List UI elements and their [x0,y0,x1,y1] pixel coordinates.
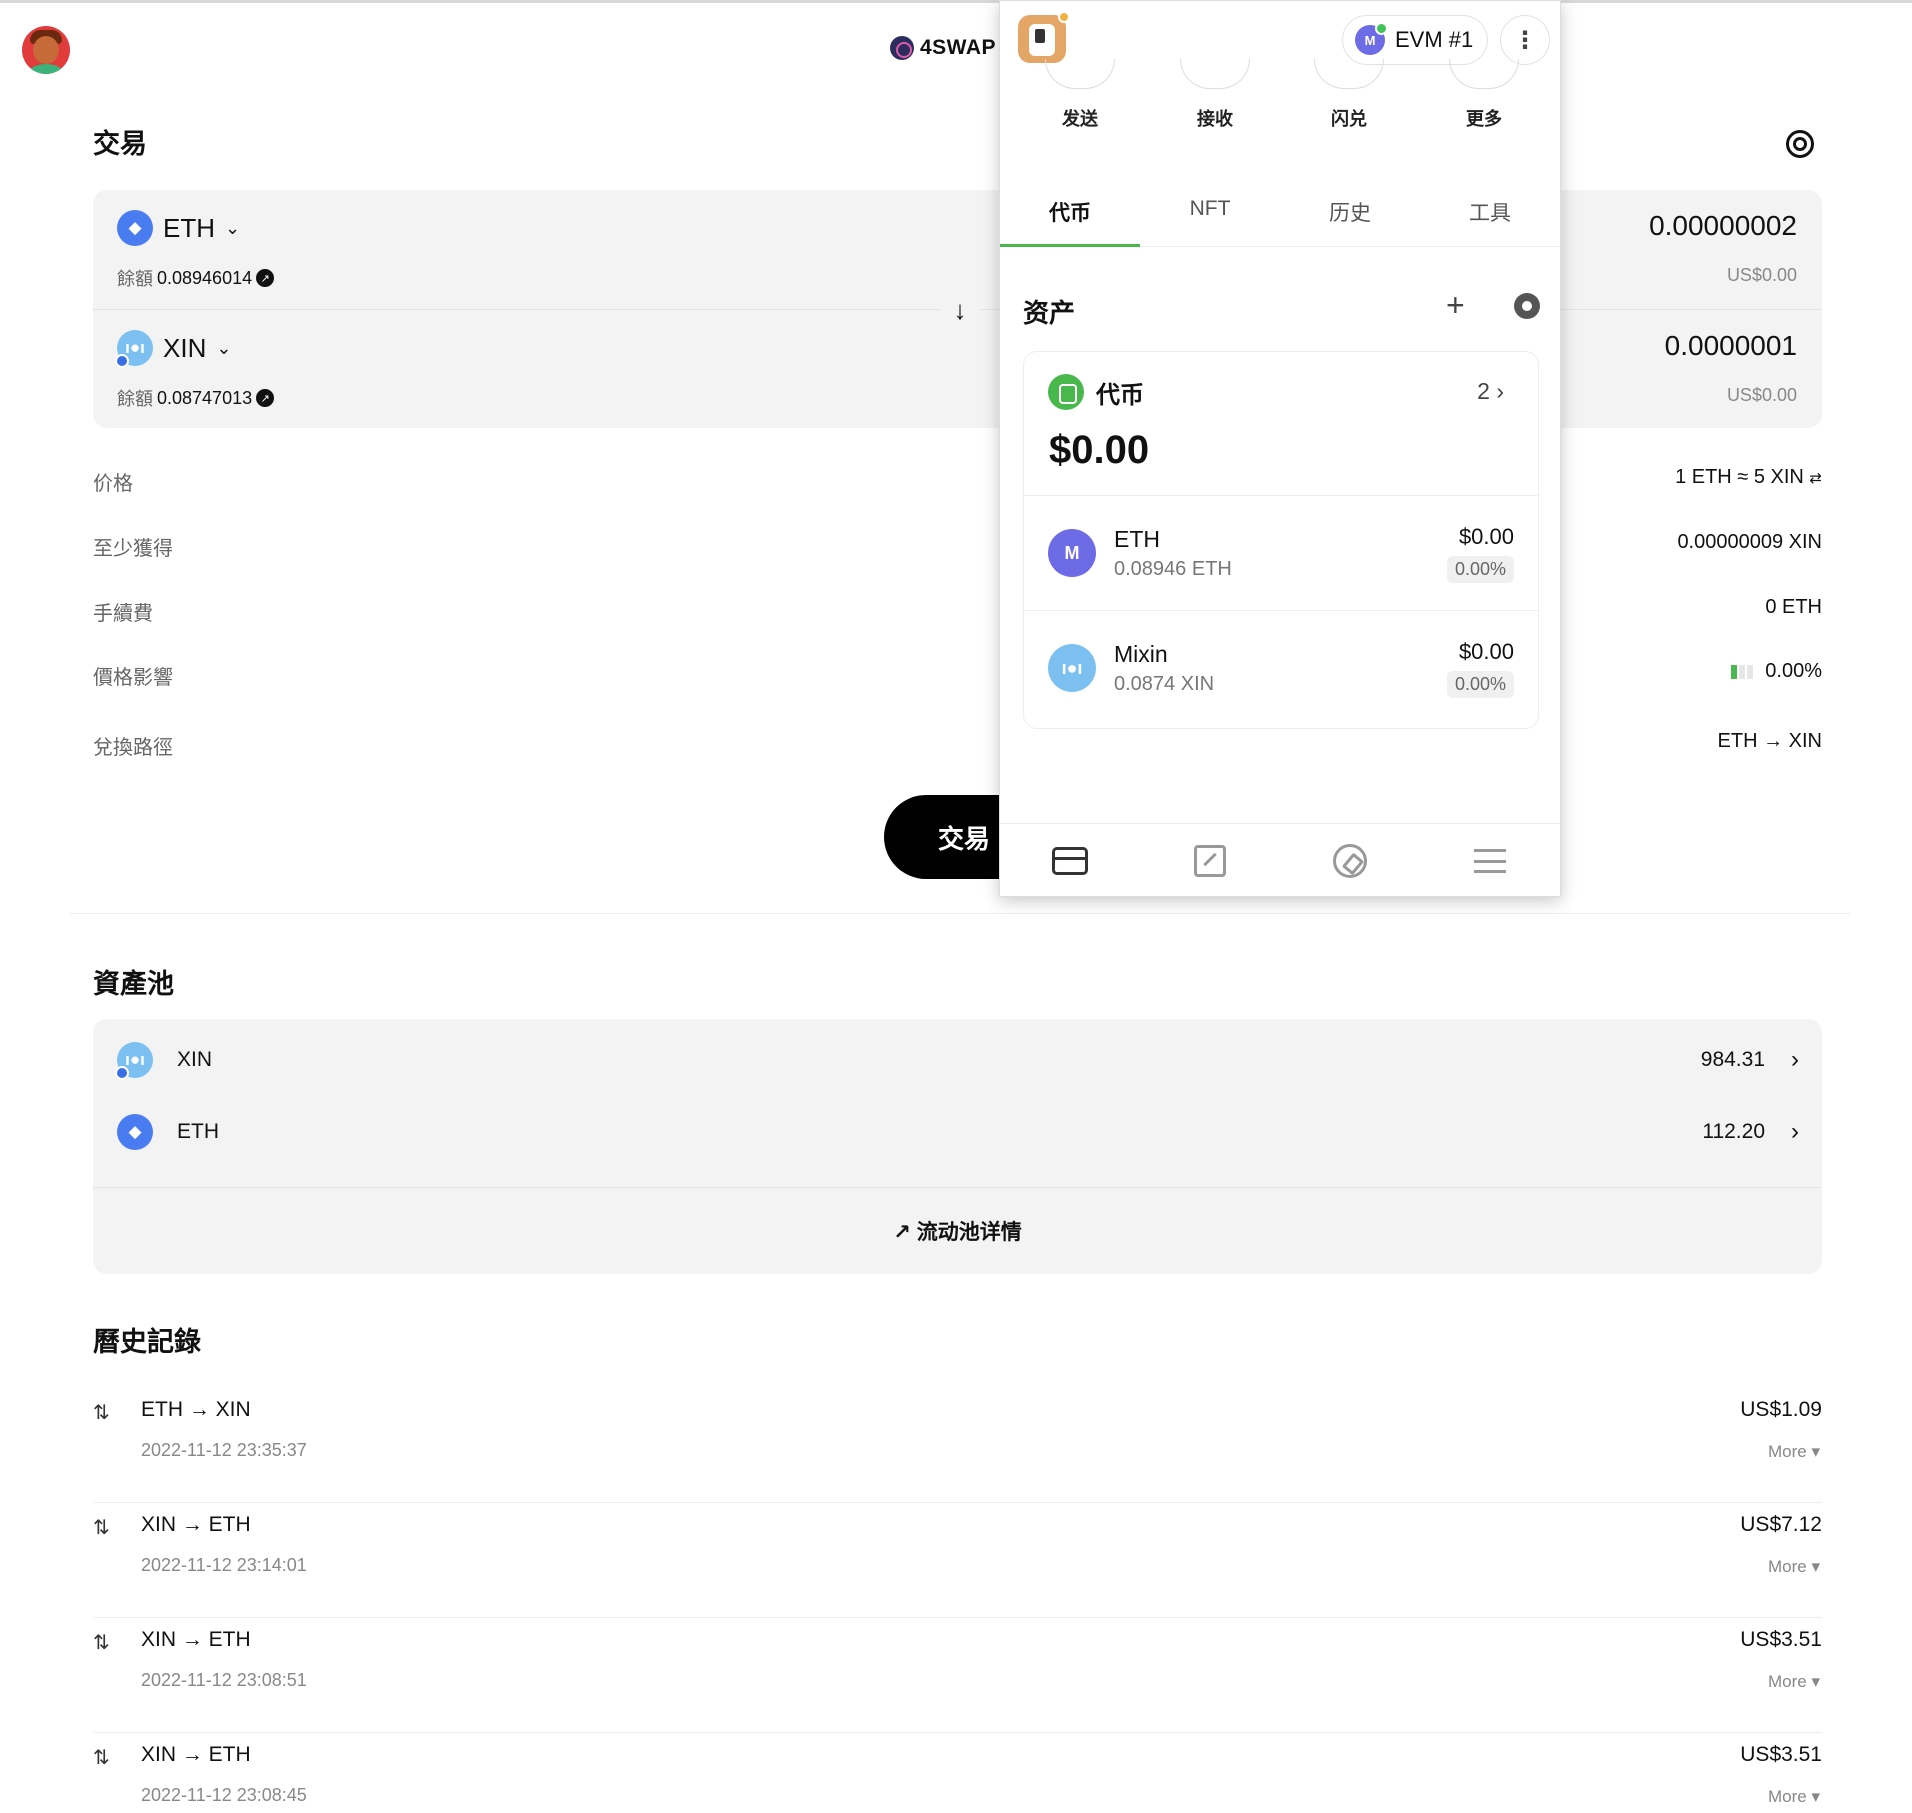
wallet-card-icon [1052,846,1088,875]
nav-explore[interactable] [1280,824,1420,897]
fee-value: 0 ETH [1765,596,1822,618]
asset-row-mixin[interactable]: ı●ı Mixin 0.0874 XIN $0.00 0.00% [1024,610,1538,725]
account-selector[interactable]: M EVM #1 [1342,15,1488,65]
pool-detail-link[interactable]: ↗ 流动池详情 [93,1216,1822,1246]
mixin-network-icon: M [1355,22,1388,55]
history-row: ⇅ XIN → ETH 2022-11-12 23:14:01 US$7.12 … [93,1503,1822,1618]
tab-nft[interactable]: NFT [1140,189,1280,246]
nav-chart[interactable] [1140,824,1280,897]
chevron-right-icon: › [1791,1046,1799,1073]
mixin-eth-icon: M [1048,529,1096,577]
chevron-down-icon: ⌄ [216,337,232,358]
asset-settings-icon[interactable] [1514,293,1540,319]
menu-icon [1474,848,1506,873]
more-button[interactable]: More ▾ [1768,1787,1820,1807]
4swap-logo-icon [890,36,914,60]
eth-coin-icon: ◆ [117,1114,153,1150]
more-options-icon[interactable]: ⋮ [1500,15,1550,65]
more-button[interactable]: More ▾ [1768,1672,1820,1692]
wallet-popup: M EVM #1 ⋮ 发送 接收 闪兑 更多 代币 NFT 历史 工具 资产 +… [999,0,1561,897]
add-asset-icon[interactable]: + [1446,287,1465,324]
receive-action[interactable]: 接收 [1175,59,1255,131]
wallet-bottom-nav [1000,823,1560,897]
swap-arrows-icon: ⇅ [93,1747,110,1769]
to-token-symbol: XIN [163,332,207,363]
assets-title: 资产 [1023,298,1076,328]
total-balance: $0.00 [1049,428,1150,472]
account-name: EVM #1 [1395,27,1474,52]
min-received-value: 0.00000009 XIN [1677,531,1822,553]
fee-label: 手續費 [93,603,153,625]
mixin-xin-icon: ı●ı [1048,644,1096,692]
impact-bar-icon [1731,664,1754,679]
swap-arrows-icon: ⇅ [93,1402,110,1424]
xin-coin-icon: ı●ı [115,330,153,368]
from-usd-value: US$0.00 [1726,265,1797,285]
to-balance: 餘額 0.08747013 ↗ [117,385,275,411]
swap-direction-button[interactable]: ↓ [940,290,980,330]
tab-history[interactable]: 历史 [1280,189,1420,246]
from-token-symbol: ETH [163,212,215,243]
route-label: 兌換路徑 [93,737,173,759]
from-amount-input[interactable]: 0.00000002 [1649,210,1797,242]
from-token-selector[interactable]: ◆ ETH ⌄ [117,210,240,246]
max-arrow-icon[interactable]: ↗ [256,269,275,287]
max-arrow-icon[interactable]: ↗ [256,389,275,407]
history-row: ⇅ XIN → ETH 2022-11-12 23:08:51 US$3.51 … [93,1618,1822,1733]
swap-arrows-icon: ⇅ [93,1632,110,1654]
send-action[interactable]: 发送 [1040,59,1120,131]
pool-row-xin[interactable]: ı●ı XIN 984.31 › [115,1042,1799,1080]
tokens-count[interactable]: 2 › [1477,378,1504,405]
swap-arrows-icon: ⇅ [93,1517,110,1539]
price-impact-label: 價格影響 [93,667,173,689]
asset-row-eth[interactable]: M ETH 0.08946 ETH $0.00 0.00% [1024,495,1538,610]
history-row: ⇅ ETH → XIN 2022-11-12 23:35:37 US$1.09 … [93,1388,1822,1503]
price-label: 价格 [93,473,133,495]
arrow-down-icon: ↓ [953,294,967,325]
swap-section-title: 交易 [93,129,147,159]
wallet-tabs: 代币 NFT 历史 工具 [1000,189,1560,247]
price-value[interactable]: 1 ETH ≈ 5 XIN ⇄ [1675,466,1822,489]
coins-icon [1048,374,1084,410]
swap-rate-icon: ⇄ [1809,470,1822,487]
nav-menu[interactable] [1420,824,1560,897]
from-balance: 餘額 0.08946014 ↗ [117,265,275,291]
more-button[interactable]: More ▾ [1768,1557,1820,1577]
price-impact-value: 0.00% [1731,660,1822,683]
eth-coin-icon: ◆ [117,210,153,246]
pool-row-value: 984.31 [1700,1048,1765,1071]
assets-card: 代币 2 › $0.00 M ETH 0.08946 ETH $0.00 0.0… [1023,351,1539,729]
to-token-selector[interactable]: ı●ı XIN ⌄ [115,330,232,368]
nav-wallet[interactable] [1000,824,1140,897]
tab-tools[interactable]: 工具 [1420,189,1560,246]
brand[interactable]: 4SWAP [890,36,996,60]
swap-settings-icon[interactable] [1786,130,1814,158]
external-arrow-icon: ↗ [893,1221,917,1244]
to-amount-input[interactable]: 0.0000001 [1665,330,1797,362]
tab-tokens[interactable]: 代币 [1000,189,1140,247]
tokens-label: 代币 [1096,381,1144,409]
xin-coin-icon: ı●ı [115,1042,153,1080]
history-row: ⇅ XIN → ETH 2022-11-12 23:08:45 US$3.51 … [93,1743,1822,1807]
chevron-down-icon: ⌄ [225,217,241,238]
more-action[interactable]: 更多 [1444,59,1524,131]
wallet-logo-icon [1018,11,1070,63]
chevron-right-icon: › [1791,1118,1799,1145]
pool-section-title: 資產池 [93,969,174,999]
more-button[interactable]: More ▾ [1768,1442,1820,1462]
flash-swap-action[interactable]: 闪兑 [1309,59,1389,131]
pool-row-symbol: XIN [177,1048,213,1071]
history-section-title: 曆史記錄 [93,1327,201,1357]
min-received-label: 至少獲得 [93,538,173,560]
user-avatar[interactable] [22,26,70,74]
pool-row-value: 112.20 [1702,1120,1765,1143]
tokens-summary[interactable]: 代币 [1048,374,1144,410]
compass-icon [1333,843,1367,878]
to-usd-value: US$0.00 [1726,385,1797,405]
pool-row-symbol: ETH [177,1120,219,1143]
chart-icon [1194,844,1226,877]
route-value: ETH → XIN [1717,730,1822,752]
brand-name: 4SWAP [920,36,997,59]
pool-row-eth[interactable]: ◆ ETH 112.20 › [117,1114,1799,1150]
